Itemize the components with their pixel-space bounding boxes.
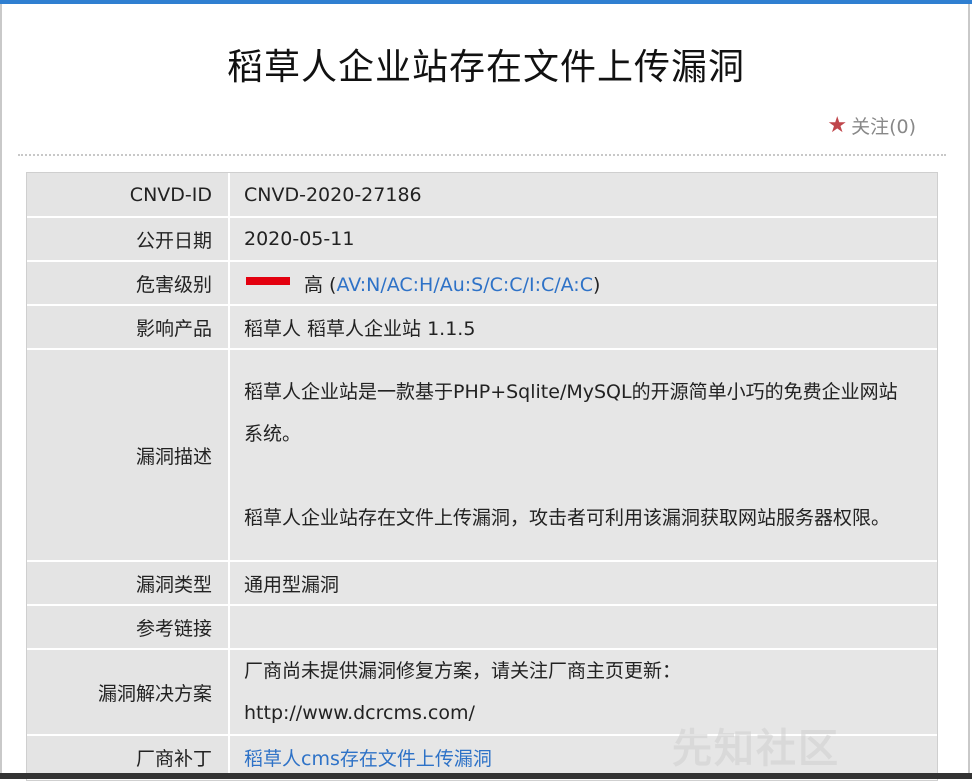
severity-value: 高 (AV:N/AC:H/Au:S/C:C/I:C/A:C): [229, 261, 937, 306]
description-value: 稻草人企业站是一款基于PHP+Sqlite/MySQL的开源简单小巧的免费企业网…: [229, 349, 937, 562]
vuln-type-value: 通用型漏洞: [229, 561, 937, 606]
products-value: 稻草人 稻草人企业站 1.1.5: [229, 305, 937, 350]
table-row: 漏洞类型 通用型漏洞: [27, 561, 937, 606]
row-label: 漏洞描述: [27, 349, 230, 562]
row-label: 参考链接: [27, 605, 230, 650]
publish-date-value: 2020-05-11: [229, 217, 937, 262]
severity-level: 高: [304, 273, 324, 296]
severity-bar-icon: [246, 277, 290, 285]
severity-vector-link[interactable]: AV:N/AC:H/Au:S/C:C/I:C/A:C: [336, 274, 593, 296]
row-label: CNVD-ID: [27, 173, 230, 218]
page-title: 稻草人企业站存在文件上传漏洞: [226, 47, 745, 88]
description-para-2: 稻草人企业站存在文件上传漏洞，攻击者可利用该漏洞获取网站服务器权限。: [244, 507, 891, 529]
table-row: 危害级别 高 (AV:N/AC:H/Au:S/C:C/I:C/A:C): [27, 261, 937, 306]
references-value: [229, 605, 937, 650]
row-label: 影响产品: [27, 305, 230, 350]
solution-value: 厂商尚未提供漏洞修复方案，请关注厂商主页更新： http://www.dcrcm…: [229, 649, 937, 736]
table-row: 漏洞描述 稻草人企业站是一款基于PHP+Sqlite/MySQL的开源简单小巧的…: [27, 349, 937, 562]
table-row: CNVD-ID CNVD-2020-27186: [27, 173, 937, 218]
follow-label: 关注(0): [851, 116, 916, 138]
table-row: 漏洞解决方案 厂商尚未提供漏洞修复方案，请关注厂商主页更新： http://ww…: [27, 649, 937, 736]
table-row: 影响产品 稻草人 稻草人企业站 1.1.5: [27, 305, 937, 350]
solution-line-2: http://www.dcrcms.com/: [244, 702, 475, 724]
patch-link[interactable]: 稻草人cms存在文件上传漏洞: [244, 748, 492, 770]
row-label: 漏洞解决方案: [27, 649, 230, 736]
table-row: 参考链接: [27, 605, 937, 650]
cnvd-id-value: CNVD-2020-27186: [229, 173, 937, 218]
table-row: 公开日期 2020-05-11: [27, 217, 937, 262]
follow-button[interactable]: ★ 关注(0): [827, 112, 916, 139]
solution-line-1: 厂商尚未提供漏洞修复方案，请关注厂商主页更新：: [244, 660, 682, 682]
description-para-1: 稻草人企业站是一款基于PHP+Sqlite/MySQL的开源简单小巧的免费企业网…: [244, 381, 898, 445]
bottom-bar: [0, 773, 972, 779]
row-label: 危害级别: [27, 261, 230, 306]
row-label: 公开日期: [27, 217, 230, 262]
detail-table: CNVD-ID CNVD-2020-27186 公开日期 2020-05-11 …: [26, 172, 938, 781]
row-label: 漏洞类型: [27, 561, 230, 606]
star-icon: ★: [827, 112, 848, 138]
dotted-divider: [18, 154, 946, 156]
